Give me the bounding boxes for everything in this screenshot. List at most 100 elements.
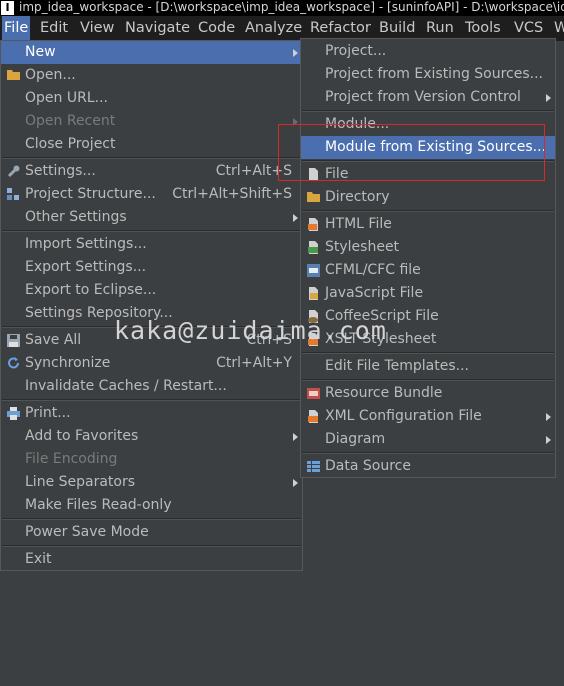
submenu-item-xml-configuration-file[interactable]: XML Configuration File: [301, 405, 555, 428]
menu-item-label: CFML/CFC file: [325, 262, 421, 278]
menu-item-make-read-only[interactable]: Make Files Read-only: [1, 494, 302, 517]
menu-item-label: Open...: [25, 67, 76, 83]
submenu-arrow-icon: [293, 49, 298, 57]
menu-separator: [2, 546, 301, 547]
menu-item-label: Print...: [25, 405, 71, 421]
menu-separator: [302, 211, 554, 212]
menu-item-label: Make Files Read-only: [25, 497, 172, 513]
js-file-icon: [306, 286, 321, 301]
menu-item-label: Power Save Mode: [25, 524, 149, 540]
printer-icon: [6, 406, 21, 421]
menu-separator: [2, 231, 301, 232]
window-title-bar: Iimp_idea_workspace - [D:\workspace\imp_…: [0, 0, 564, 16]
menu-item-exit[interactable]: Exit: [1, 548, 302, 571]
menu-item-label: File Encoding: [25, 451, 118, 467]
css-file-icon: [306, 240, 321, 255]
menu-item-label: Import Settings...: [25, 236, 147, 252]
submenu-item-html-file[interactable]: HTML File: [301, 213, 555, 236]
submenu-arrow-icon: [546, 413, 551, 421]
shortcut-label: Ctrl+Alt+Y: [216, 355, 292, 371]
menu-analyze[interactable]: Analyze: [243, 16, 304, 41]
menu-item-label: JavaScript File: [325, 285, 424, 301]
folder-icon: [306, 190, 321, 205]
intellij-icon: I: [1, 1, 14, 15]
submenu-item-data-source[interactable]: Data Source: [301, 455, 555, 478]
menu-item-label: Exit: [25, 551, 52, 567]
menu-separator: [2, 158, 301, 159]
menu-item-open-recent: Open Recent: [1, 110, 302, 133]
menu-item-label: Resource Bundle: [325, 385, 443, 401]
wrench-icon: [6, 164, 21, 179]
submenu-item-directory[interactable]: Directory: [301, 186, 555, 209]
window-title: imp_idea_workspace - [D:\workspace\imp_i…: [19, 0, 564, 14]
submenu-item-resource-bundle[interactable]: Resource Bundle: [301, 382, 555, 405]
submenu-item-project[interactable]: Project...: [301, 40, 555, 63]
menu-item-file-encoding: File Encoding: [1, 448, 302, 471]
menu-separator: [302, 111, 554, 112]
menu-item-label: HTML File: [325, 216, 392, 232]
menu-item-print[interactable]: Print...: [1, 402, 302, 425]
project-structure-icon: [6, 187, 21, 202]
menu-item-label: Save All: [25, 332, 82, 348]
submenu-arrow-icon: [293, 214, 298, 222]
menu-item-label: Project from Version Control: [325, 89, 521, 105]
menu-item-line-separators[interactable]: Line Separators: [1, 471, 302, 494]
menu-item-close-project[interactable]: Close Project: [1, 133, 302, 156]
menu-item-add-to-favorites[interactable]: Add to Favorites: [1, 425, 302, 448]
database-icon: [306, 459, 321, 474]
menu-file[interactable]: File: [2, 16, 31, 41]
menu-navigate[interactable]: Navigate: [123, 16, 192, 41]
highlight-annotation-box: [278, 124, 545, 181]
submenu-item-javascript-file[interactable]: JavaScript File: [301, 282, 555, 305]
menu-separator: [302, 353, 554, 354]
menu-item-open[interactable]: Open...: [1, 64, 302, 87]
submenu-arrow-icon: [546, 436, 551, 444]
menu-separator: [2, 519, 301, 520]
menu-item-other-settings[interactable]: Other Settings: [1, 206, 302, 229]
cfml-file-icon: [306, 263, 321, 278]
save-icon: [6, 333, 21, 348]
folder-icon: [6, 68, 21, 83]
menu-edit[interactable]: Edit: [38, 16, 70, 41]
submenu-item-cfml-file[interactable]: CFML/CFC file: [301, 259, 555, 282]
menu-item-project-structure[interactable]: Project Structure... Ctrl+Alt+Shift+S: [1, 183, 302, 206]
submenu-item-stylesheet[interactable]: Stylesheet: [301, 236, 555, 259]
menu-item-label: Stylesheet: [325, 239, 400, 255]
menu-item-new[interactable]: New: [1, 41, 302, 64]
menu-code[interactable]: Code: [196, 16, 237, 41]
menu-item-label: Project from Existing Sources...: [325, 66, 544, 82]
menu-item-label: Synchronize: [25, 355, 111, 371]
menu-item-export-to-eclipse[interactable]: Export to Eclipse...: [1, 279, 302, 302]
submenu-arrow-icon: [546, 94, 551, 102]
file-menu: New Open... Open URL... Open Recent Clos…: [0, 40, 303, 571]
menu-item-label: XML Configuration File: [325, 408, 482, 424]
menu-separator: [2, 400, 301, 401]
menu-item-label: Edit File Templates...: [325, 358, 469, 374]
submenu-item-edit-file-templates[interactable]: Edit File Templates...: [301, 355, 555, 378]
html-file-icon: [306, 217, 321, 232]
refresh-icon: [6, 356, 21, 371]
watermark-text: kaka@zuidaima.com: [114, 316, 387, 345]
menu-item-label: Other Settings: [25, 209, 127, 225]
menu-item-label: Export Settings...: [25, 259, 147, 275]
menu-item-settings[interactable]: Settings... Ctrl+Alt+S: [1, 160, 302, 183]
menu-item-label: Line Separators: [25, 474, 136, 490]
submenu-item-project-from-vcs[interactable]: Project from Version Control: [301, 86, 555, 109]
menu-item-power-save-mode[interactable]: Power Save Mode: [1, 521, 302, 544]
submenu-item-project-from-existing-sources[interactable]: Project from Existing Sources...: [301, 63, 555, 86]
menu-item-invalidate-caches[interactable]: Invalidate Caches / Restart...: [1, 375, 302, 398]
menu-item-label: Settings...: [25, 163, 96, 179]
submenu-arrow-icon: [293, 433, 298, 441]
menu-separator: [302, 453, 554, 454]
menu-item-label: Open URL...: [25, 90, 108, 106]
menu-item-synchronize[interactable]: Synchronize Ctrl+Alt+Y: [1, 352, 302, 375]
resource-bundle-icon: [306, 386, 321, 401]
menu-item-label: Directory: [325, 189, 390, 205]
menu-item-open-url[interactable]: Open URL...: [1, 87, 302, 110]
menu-item-export-settings[interactable]: Export Settings...: [1, 256, 302, 279]
submenu-item-diagram[interactable]: Diagram: [301, 428, 555, 451]
submenu-arrow-icon: [293, 479, 298, 487]
new-submenu: Project... Project from Existing Sources…: [300, 38, 556, 478]
menu-item-import-settings[interactable]: Import Settings...: [1, 233, 302, 256]
menu-view[interactable]: View: [78, 16, 116, 41]
